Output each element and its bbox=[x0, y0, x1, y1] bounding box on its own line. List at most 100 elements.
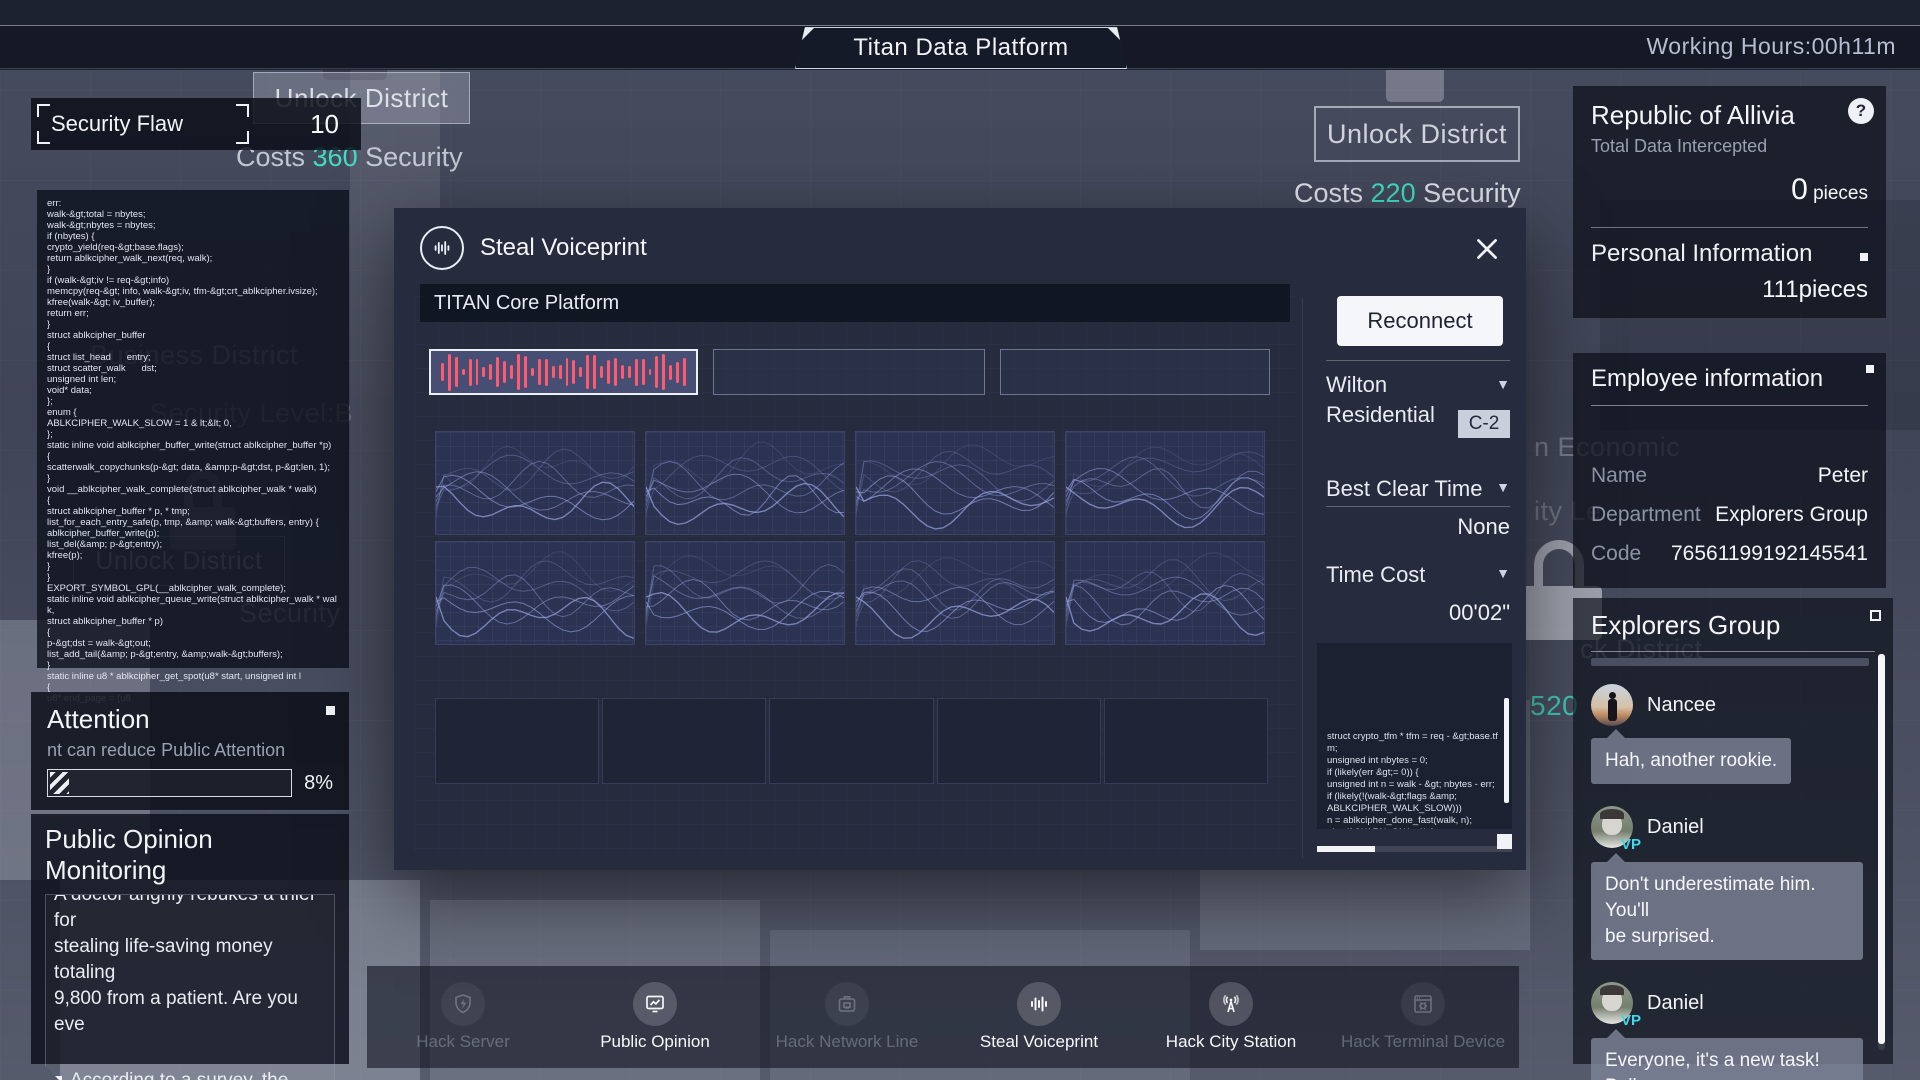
shield-bolt-icon bbox=[441, 982, 485, 1026]
panel-marker-icon bbox=[1866, 365, 1874, 373]
vertical-scrollbar[interactable] bbox=[1504, 698, 1509, 803]
country-title: Republic of Allivia bbox=[1591, 100, 1868, 131]
nav-public-opinion[interactable]: Public Opinion bbox=[559, 966, 751, 1068]
news-item: A doctor angrily rebukes a thief for ste… bbox=[54, 894, 326, 1038]
modal-divider bbox=[1302, 298, 1303, 858]
wave-thumbnail[interactable] bbox=[645, 541, 845, 645]
chat-scrollbar-thumb[interactable] bbox=[1878, 654, 1885, 1044]
security-flaw-header: Security Flaw 10 bbox=[31, 98, 361, 150]
chat-user-name: Daniel bbox=[1647, 816, 1704, 839]
timeline-strip bbox=[435, 698, 1268, 784]
chevron-down-icon: ▼ bbox=[1496, 376, 1510, 392]
voiceprint-icon bbox=[1017, 982, 1061, 1026]
nav-label: Hack City Station bbox=[1166, 1032, 1296, 1052]
personal-info-value: 111pieces bbox=[1591, 276, 1868, 304]
wave-thumbnail[interactable] bbox=[645, 431, 845, 535]
nav-hack-terminal-device[interactable]: Hack Terminal Device bbox=[1327, 966, 1519, 1068]
chevron-down-icon: ▼ bbox=[1496, 479, 1510, 495]
employee-info-panel: Employee information Name Peter Departme… bbox=[1573, 353, 1886, 588]
nav-label: Steal Voiceprint bbox=[980, 1032, 1098, 1052]
timeline-cell bbox=[1104, 698, 1268, 784]
voiceprint-slot-recorded[interactable] bbox=[429, 349, 698, 395]
cost-amount: 220 bbox=[1371, 178, 1416, 208]
avatar bbox=[1591, 684, 1633, 726]
employee-row-value: Explorers Group bbox=[1715, 503, 1868, 527]
panel-marker-icon bbox=[326, 706, 335, 715]
chat-message-list[interactable]: Nancee Hah, another rookie. Daniel VP Do… bbox=[1591, 684, 1863, 1080]
radio-tower-icon bbox=[1209, 982, 1253, 1026]
wave-thumbnail[interactable] bbox=[435, 431, 635, 535]
code-preview-text: struct crypto_tfm * tfm = req - &gt;base… bbox=[1317, 643, 1512, 829]
resize-handle[interactable] bbox=[1497, 834, 1512, 849]
code-stream-text: err: walk-&gt;total = nbytes; walk-&gt;n… bbox=[47, 198, 339, 704]
time-cost-dropdown[interactable]: ▼ Time Cost bbox=[1326, 560, 1510, 590]
nav-label: Hack Network Line bbox=[776, 1032, 919, 1052]
best-clear-time-value: None bbox=[1326, 514, 1510, 540]
divider bbox=[1326, 506, 1510, 507]
wave-thumbnail[interactable] bbox=[1065, 541, 1265, 645]
chat-bubble: Don't underestimate him. You'll be surpr… bbox=[1591, 862, 1863, 960]
chat-scroll-indicator bbox=[1591, 658, 1869, 666]
app-title-badge: Titan Data Platform bbox=[795, 27, 1127, 69]
chat-scrollbar-track[interactable] bbox=[1878, 654, 1885, 1050]
monitor-chart-icon bbox=[633, 982, 677, 1026]
top-bar: Titan Data Platform Working Hours:00h11m bbox=[0, 0, 1920, 70]
attention-progress-track bbox=[47, 769, 292, 797]
nav-steal-voiceprint[interactable]: Steal Voiceprint bbox=[943, 966, 1135, 1068]
timeline-cell bbox=[602, 698, 766, 784]
horizontal-scrollbar-thumb[interactable] bbox=[1317, 846, 1375, 852]
public-opinion-title: Public Opinion Monitoring bbox=[45, 824, 335, 886]
divider bbox=[1326, 360, 1510, 361]
country-data-panel: ? Republic of Allivia Total Data Interce… bbox=[1573, 86, 1886, 318]
attention-progress-fill bbox=[50, 772, 69, 794]
best-clear-time-label: Best Clear Time bbox=[1326, 474, 1510, 504]
chat-message: Daniel VP Don't underestimate him. You'l… bbox=[1591, 806, 1863, 960]
unlock-cost-label: Costs 220 Security bbox=[1294, 178, 1521, 209]
wave-thumbnail[interactable] bbox=[855, 541, 1055, 645]
nav-hack-city-station[interactable]: Hack City Station bbox=[1135, 966, 1327, 1068]
news-text: According to a survey, the unempl oyment… bbox=[70, 1068, 326, 1080]
attention-title: Attention bbox=[47, 704, 333, 735]
vp-badge: VP bbox=[1621, 836, 1641, 853]
chevron-down-icon: ▼ bbox=[1496, 565, 1510, 581]
voiceprint-slot-empty[interactable] bbox=[713, 349, 985, 395]
group-chat-title: Explorers Group bbox=[1591, 610, 1875, 641]
news-line-clipped: A doctor angrily rebukes a thief for bbox=[54, 894, 326, 934]
bug-window-icon bbox=[1401, 982, 1445, 1026]
divider bbox=[1591, 405, 1868, 406]
wave-thumbnail[interactable] bbox=[435, 541, 635, 645]
timeline-cell bbox=[937, 698, 1101, 784]
close-icon[interactable] bbox=[1472, 234, 1502, 264]
unlock-district-button[interactable]: Unlock District bbox=[1314, 106, 1520, 162]
voiceprint-slot-empty[interactable] bbox=[1000, 349, 1270, 395]
news-list[interactable]: A doctor angrily rebukes a thief for ste… bbox=[45, 894, 335, 1080]
code-stream-panel: err: walk-&gt;total = nbytes; walk-&gt;n… bbox=[37, 190, 349, 668]
reconnect-button[interactable]: Reconnect bbox=[1337, 296, 1503, 346]
chat-user-name: Daniel bbox=[1647, 992, 1704, 1015]
chat-user-name: Nancee bbox=[1647, 694, 1716, 717]
best-clear-time-dropdown[interactable]: ▼ Best Clear Time bbox=[1326, 474, 1510, 504]
attention-panel: Attention nt can reduce Public Attention… bbox=[31, 692, 349, 810]
wave-thumbnail[interactable] bbox=[855, 431, 1055, 535]
time-cost-value: 00'02" bbox=[1326, 600, 1510, 626]
nav-label: Hack Server bbox=[416, 1032, 510, 1052]
panel-marker-icon bbox=[1870, 610, 1881, 621]
security-flaw-count: 10 bbox=[310, 109, 339, 140]
news-text: stealing life-saving money totaling 9,80… bbox=[54, 934, 326, 1038]
attention-subtitle: nt can reduce Public Attention bbox=[47, 740, 333, 761]
employee-info-title: Employee information bbox=[1591, 365, 1868, 393]
wave-thumbnail[interactable] bbox=[1065, 431, 1265, 535]
horizontal-scrollbar-track[interactable] bbox=[1317, 846, 1512, 852]
divider bbox=[1591, 227, 1868, 228]
network-port-icon bbox=[825, 982, 869, 1026]
modal-title: Steal Voiceprint bbox=[480, 234, 647, 262]
nav-hack-network-line[interactable]: Hack Network Line bbox=[751, 966, 943, 1068]
nav-hack-server[interactable]: Hack Server bbox=[367, 966, 559, 1068]
employee-row-label: Code bbox=[1591, 542, 1641, 566]
chat-message: Daniel VP Everyone, it's a new task! Pul… bbox=[1591, 982, 1863, 1080]
security-flaw-label: Security Flaw bbox=[51, 111, 183, 137]
help-icon[interactable]: ? bbox=[1848, 98, 1874, 124]
employee-row-value: Peter bbox=[1818, 464, 1868, 488]
timeline-cell bbox=[435, 698, 599, 784]
district-name-line1: Wilton bbox=[1326, 370, 1510, 400]
